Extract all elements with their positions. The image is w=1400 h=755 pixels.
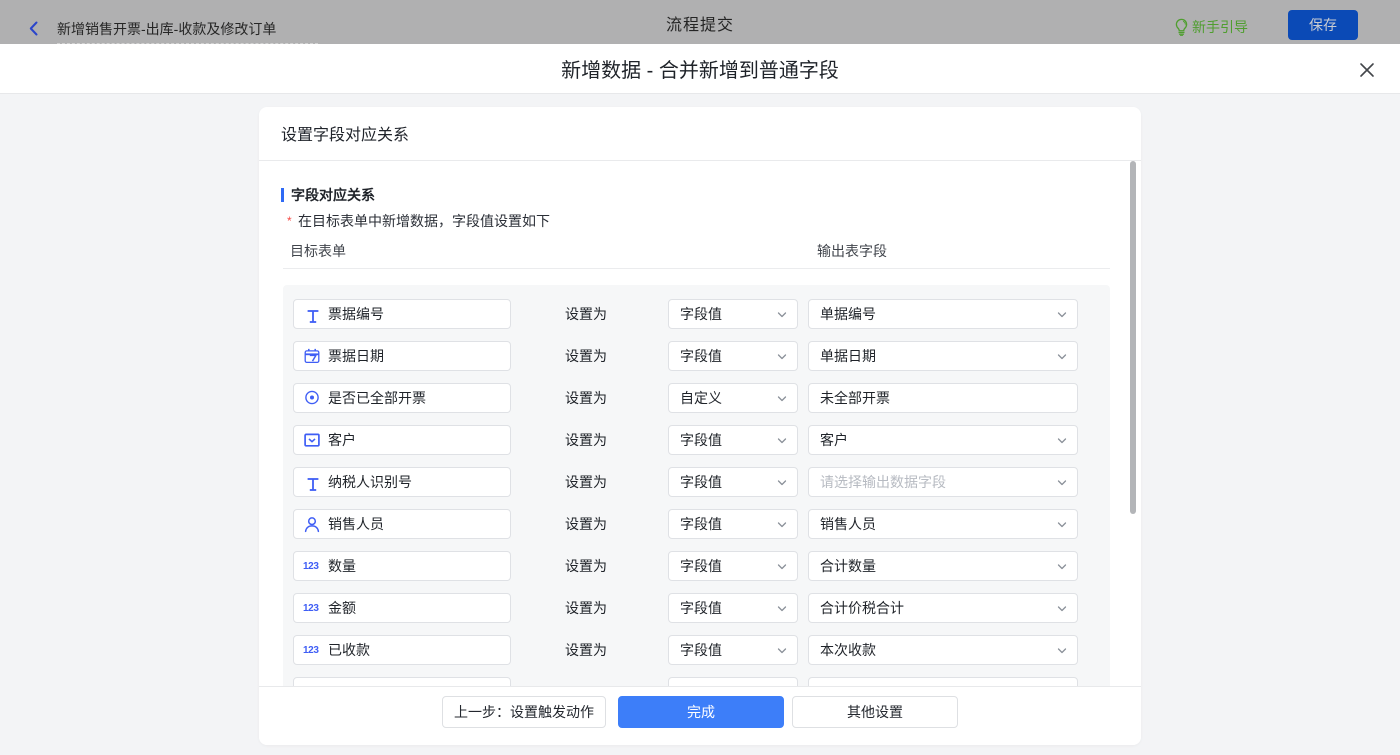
svg-text:123: 123	[303, 603, 319, 614]
svg-text:123: 123	[303, 645, 319, 656]
svg-text:123: 123	[303, 561, 319, 572]
